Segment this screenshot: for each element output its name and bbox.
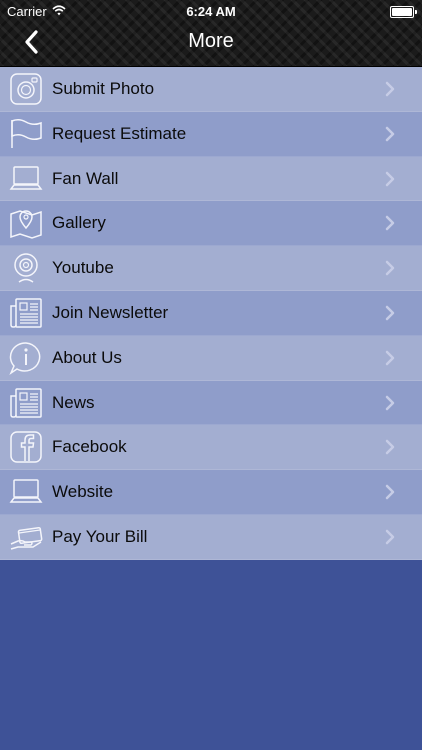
menu-item-fan-wall[interactable]: Fan Wall <box>0 156 422 202</box>
status-time: 6:24 AM <box>186 4 236 19</box>
newspaper-icon <box>10 298 42 328</box>
menu-item-label: Submit Photo <box>52 79 155 98</box>
menu-item-pay-your-bill[interactable]: Pay Your Bill <box>0 514 422 560</box>
menu-item-label: Pay Your Bill <box>52 526 148 546</box>
menu-item-youtube[interactable]: Youtube <box>0 246 422 291</box>
newspaper-icon <box>10 387 42 418</box>
map-pin-icon <box>10 210 42 240</box>
menu-item-label: Join Newsletter <box>52 302 169 322</box>
flag-icon <box>11 118 42 148</box>
menu-item-label: Website <box>52 482 114 502</box>
chevron-right-icon <box>385 350 395 366</box>
chevron-right-icon <box>385 260 395 276</box>
chevron-right-icon <box>385 81 395 97</box>
menu-item-facebook[interactable]: Facebook <box>0 425 422 471</box>
menu-item-website[interactable]: Website <box>0 470 422 515</box>
menu-item-label: Gallery <box>52 213 106 233</box>
menu-item-label: News <box>52 392 95 412</box>
chevron-right-icon <box>385 171 395 186</box>
menu-item-join-newsletter[interactable]: Join Newsletter <box>0 290 422 336</box>
info-icon <box>9 342 41 375</box>
credit-card-hand-icon <box>10 526 43 550</box>
camera-icon <box>10 73 42 105</box>
chevron-right-icon <box>385 395 395 410</box>
menu-item-label: Facebook <box>52 437 127 457</box>
battery-icon <box>390 6 417 18</box>
laptop-icon <box>9 165 43 190</box>
menu-item-request-estimate[interactable]: Request Estimate <box>0 111 422 157</box>
webcam-icon <box>14 253 38 283</box>
chevron-right-icon <box>385 529 395 545</box>
page-title: More <box>188 30 234 52</box>
navigation-header: Carrier 6:24 AM More <box>0 0 422 67</box>
menu-item-gallery[interactable]: Gallery <box>0 201 422 247</box>
laptop-icon <box>9 479 43 503</box>
menu-item-label: Youtube <box>52 258 114 278</box>
menu-item-submit-photo[interactable]: Submit Photo <box>0 67 422 112</box>
facebook-icon <box>10 431 42 464</box>
chevron-right-icon <box>385 216 395 231</box>
menu-item-label: Fan Wall <box>52 168 119 188</box>
chevron-right-icon <box>385 126 395 142</box>
more-menu-list: Submit Photo Request Estimate Fan Wall G… <box>0 67 422 560</box>
chevron-right-icon <box>385 484 395 500</box>
menu-item-label: Request Estimate <box>52 123 187 143</box>
chevron-right-icon <box>385 305 395 321</box>
chevron-right-icon <box>385 440 395 455</box>
menu-item-label: About Us <box>52 347 122 367</box>
menu-item-news[interactable]: News <box>0 380 422 426</box>
menu-item-about-us[interactable]: About Us <box>0 335 422 381</box>
status-bar: Carrier 6:24 AM <box>0 0 422 22</box>
